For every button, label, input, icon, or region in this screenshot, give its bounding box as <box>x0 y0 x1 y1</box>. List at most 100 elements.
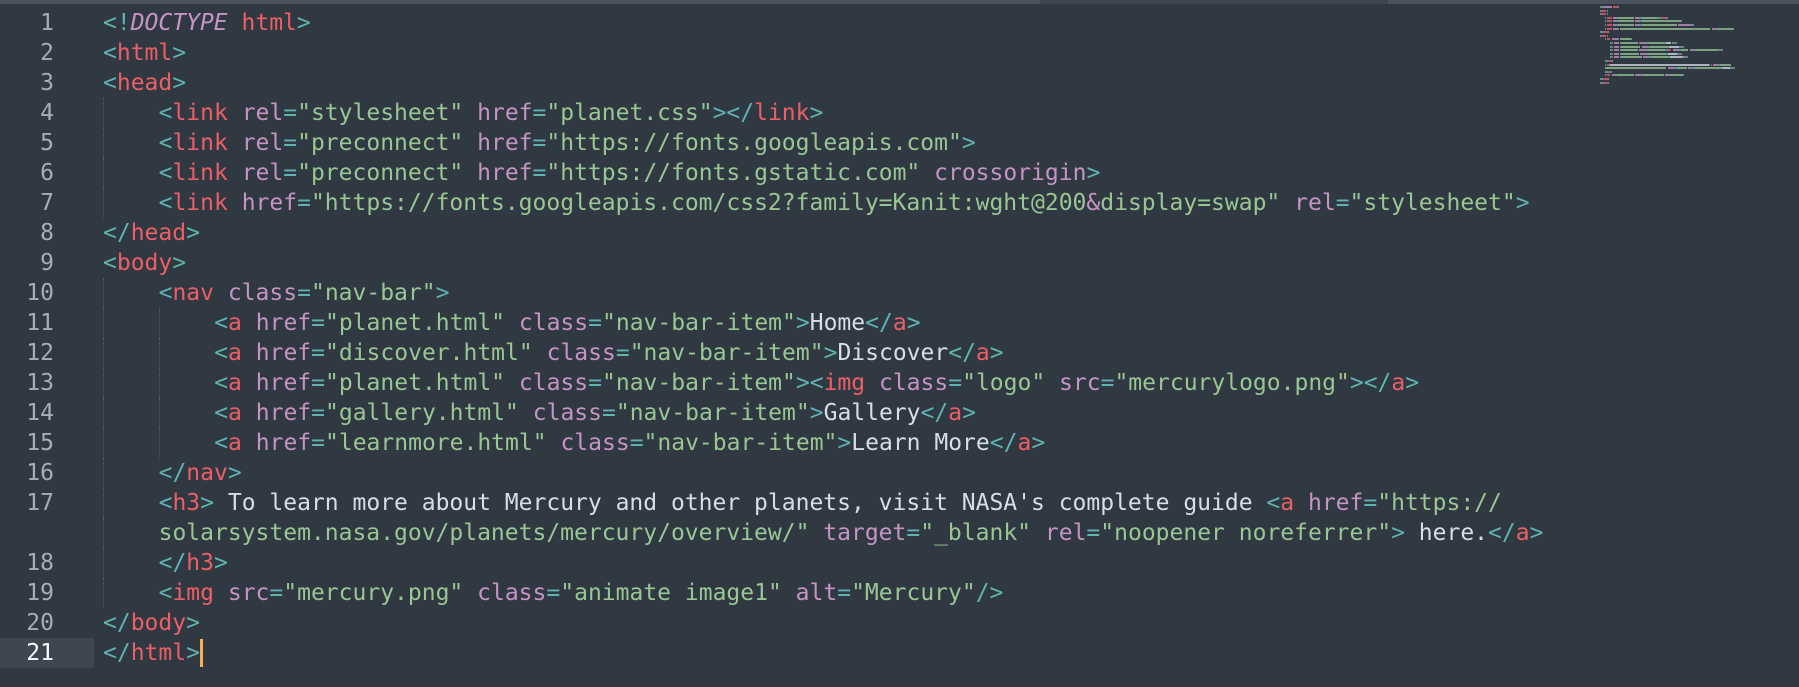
token-tag: a <box>948 400 963 426</box>
minimap-mark <box>1611 45 1613 48</box>
minimap-mark <box>1649 45 1668 48</box>
token-punct: </ <box>920 400 949 426</box>
token-punct: </ <box>865 310 893 336</box>
token-punct: = <box>1335 190 1350 216</box>
line-text[interactable]: <a href="planet.html" class="nav-bar-ite… <box>214 368 1419 398</box>
minimap-mark <box>1619 38 1632 41</box>
line-text[interactable]: <html> <box>103 38 186 68</box>
code-line[interactable]: 16 </nav> <box>0 458 1590 488</box>
token-punct: </ <box>103 610 131 636</box>
token-punct: = <box>532 130 547 156</box>
line-number: 19 <box>26 580 54 606</box>
code-line[interactable]: solarsystem.nasa.gov/planets/mercury/ove… <box>0 518 1590 548</box>
line-text[interactable]: <link rel="preconnect" href="https://fon… <box>159 128 976 158</box>
minimap-mark <box>1616 74 1634 77</box>
token-str: "mercurylogo.png" <box>1114 370 1350 396</box>
token-attr: src <box>1059 370 1101 396</box>
token-tag: html <box>241 10 297 36</box>
line-text[interactable]: <a href="gallery.html" class="nav-bar-it… <box>214 398 976 428</box>
token-text: Gallery <box>823 400 921 426</box>
code-line[interactable]: 15 <a href="learnmore.html" class="nav-ba… <box>0 428 1590 458</box>
minimap-mark <box>1611 49 1613 52</box>
line-text[interactable]: </body> <box>103 608 200 638</box>
token-punct: > <box>435 280 450 306</box>
token-punct: > <box>823 340 838 366</box>
code-line[interactable]: 5 <link rel="preconnect" href="https://fo… <box>0 128 1590 158</box>
code-line[interactable]: 1 <!DOCTYPE html> <box>0 8 1590 38</box>
line-text[interactable]: <!DOCTYPE html> <box>103 8 311 38</box>
token-punct: = <box>948 370 963 396</box>
code-line[interactable]: 6 <link rel="preconnect" href="https://fo… <box>0 158 1590 188</box>
code-line[interactable]: 13 <a href="planet.html" class="nav-bar-i… <box>0 368 1590 398</box>
token-attr: class <box>878 370 949 396</box>
minimap-mark <box>1722 49 1724 52</box>
minimap-mark <box>1680 49 1689 52</box>
minimap-mark <box>1606 24 1612 26</box>
token-punct: > <box>795 310 810 336</box>
line-number: 12 <box>26 340 54 366</box>
line-text[interactable]: solarsystem.nasa.gov/planets/mercury/ove… <box>159 518 1544 548</box>
token-punct: ></ <box>1349 370 1392 396</box>
token-tag: nav <box>186 460 228 486</box>
code-line[interactable]: 18 </h3> <box>0 548 1590 578</box>
code-line[interactable]: 7 <link href="https://fonts.googleapis.co… <box>0 188 1590 218</box>
code-line[interactable]: 19 <img src="mercury.png" class="animate … <box>0 578 1590 608</box>
minimap-mark <box>1667 67 1676 70</box>
token-str: "logo" <box>962 370 1046 396</box>
minimap[interactable] <box>1600 6 1799 106</box>
line-number: 14 <box>26 400 54 426</box>
token-punct: < <box>158 490 173 516</box>
code-line[interactable]: 12 <a href="discover.html" class="nav-bar… <box>0 338 1590 368</box>
token-tag: a <box>1391 370 1406 396</box>
line-text[interactable]: <img src="mercury.png" class="animate im… <box>159 578 1004 608</box>
line-text[interactable]: </nav> <box>159 458 242 488</box>
minimap-mark <box>1610 63 1710 66</box>
code-line[interactable]: 17 <h3> To learn more about Mercury and o… <box>0 488 1590 518</box>
line-text[interactable]: <link href="https://fonts.googleapis.com… <box>159 188 1530 218</box>
token-tag: a <box>975 340 990 366</box>
line-text[interactable]: <nav class="nav-bar"> <box>159 278 450 308</box>
line-text[interactable]: </head> <box>103 218 200 248</box>
line-text[interactable]: <link rel="preconnect" href="https://fon… <box>159 158 1101 188</box>
code-line[interactable]: 9 <body> <box>0 248 1590 278</box>
line-text[interactable]: <link rel="stylesheet" href="planet.css"… <box>159 98 824 128</box>
line-text[interactable]: <body> <box>103 248 186 278</box>
code-line[interactable]: 10 <nav class="nav-bar"> <box>0 278 1590 308</box>
code-line[interactable]: 4 <link rel="stylesheet" href="planet.css… <box>0 98 1590 128</box>
token-punct: < <box>214 430 229 456</box>
token-text: To learn more about Mercury and other pl… <box>214 490 1267 516</box>
code-editor[interactable]: 1 <!DOCTYPE html> 2 <html> 3 <head> 4 <link rel… <box>0 0 1799 687</box>
token-str: "noopener noreferrer" <box>1100 520 1392 546</box>
code-line[interactable]: 3 <head> <box>0 68 1590 98</box>
token-punct: < <box>103 250 117 276</box>
token-punct: > <box>227 460 242 486</box>
code-line[interactable]: 8 </head> <box>0 218 1590 248</box>
line-text[interactable]: <a href="discover.html" class="nav-bar-i… <box>214 338 1003 368</box>
indent-guide <box>103 488 104 518</box>
token-str: "nav-bar-item" <box>615 400 810 426</box>
line-text[interactable]: </h3> <box>159 548 228 578</box>
token-tag: body <box>130 610 187 636</box>
code-line[interactable]: 2 <html> <box>0 38 1590 68</box>
code-area[interactable]: 1 <!DOCTYPE html> 2 <html> 3 <head> 4 <link rel… <box>0 8 1590 668</box>
minimap-mark <box>1680 20 1682 23</box>
indent-guide <box>158 398 160 428</box>
line-text[interactable]: <head> <box>103 68 186 98</box>
code-line[interactable]: 11 <a href="planet.html" class="nav-bar-i… <box>0 308 1590 338</box>
token-doctype: DOCTYPE <box>130 10 228 36</box>
code-line[interactable]: 21 </html> <box>0 638 1590 668</box>
line-text[interactable]: <a href="planet.html" class="nav-bar-ite… <box>214 308 920 338</box>
line-text[interactable]: </html> <box>103 638 203 668</box>
code-line[interactable]: 14 <a href="gallery.html" class="nav-bar-… <box>0 398 1590 428</box>
line-text[interactable]: <a href="learnmore.html" class="nav-bar-… <box>214 428 1045 458</box>
token-punct: > <box>1031 430 1046 456</box>
token-punct: = <box>283 100 298 126</box>
code-line[interactable]: 20 </body> <box>0 608 1590 638</box>
token-punct: </ <box>989 430 1018 456</box>
token-tag: html <box>116 40 173 66</box>
line-text[interactable]: <h3> To learn more about Mercury and oth… <box>159 488 1502 518</box>
